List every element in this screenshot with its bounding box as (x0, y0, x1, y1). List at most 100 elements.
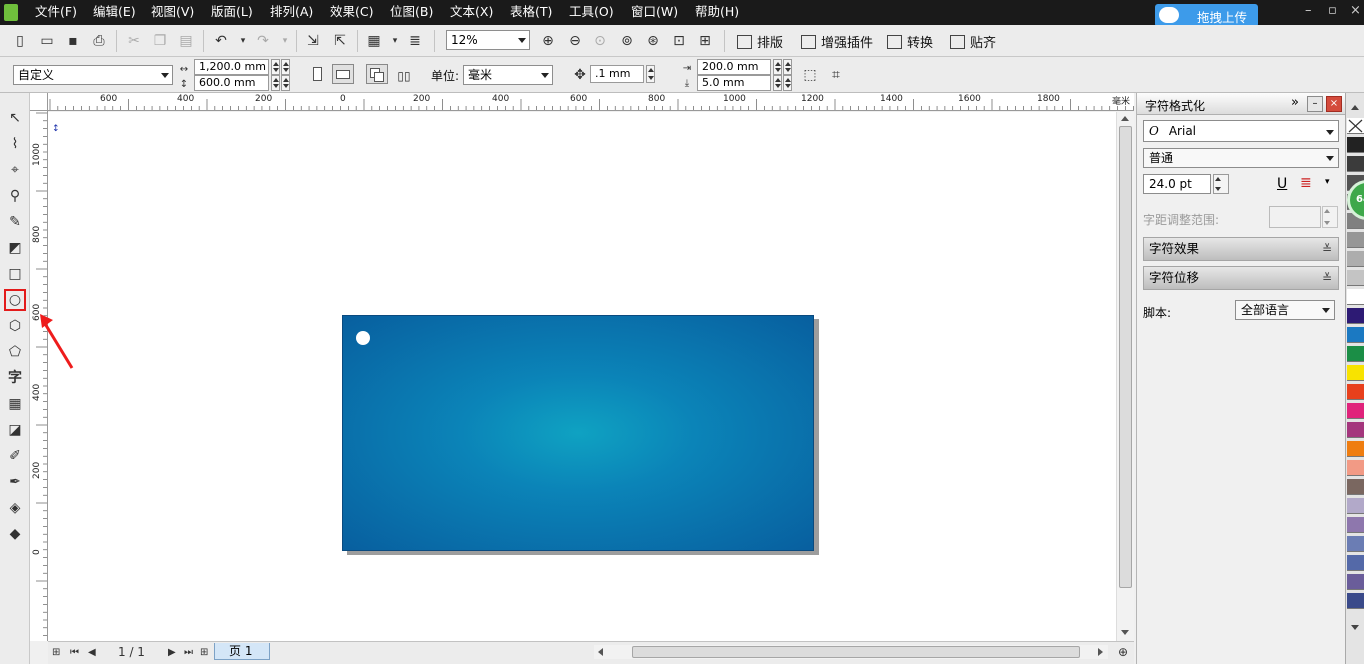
next-page-icon[interactable]: ▶ (168, 647, 176, 658)
script-select[interactable]: 全部语言 (1235, 300, 1335, 320)
undo-icon[interactable]: ↶ (211, 31, 231, 51)
convert-button[interactable]: 转换 (887, 32, 933, 51)
welcome-screen-icon[interactable]: ≣ (405, 31, 425, 51)
minimize-button[interactable]: – (1305, 3, 1312, 18)
color-swatch[interactable] (1347, 384, 1364, 400)
color-swatch[interactable] (1347, 308, 1364, 324)
color-swatch[interactable] (1347, 403, 1364, 419)
portrait-icon[interactable] (313, 67, 322, 81)
redo-icon[interactable]: ↷ (253, 31, 273, 51)
menu-window[interactable]: 窗口(W) (631, 4, 678, 20)
color-swatch[interactable] (1347, 574, 1364, 590)
horizontal-scroll-thumb[interactable] (632, 646, 1080, 658)
font-size-field[interactable]: 24.0 pt (1143, 174, 1211, 194)
ellipse-tool-icon[interactable]: ○ (4, 289, 26, 311)
export-icon[interactable]: ⇱ (330, 31, 350, 51)
duplicate-y-stepper[interactable] (773, 75, 782, 91)
treat-as-filled-icon[interactable]: ⬚ (800, 65, 820, 85)
palette-scroll-up-icon[interactable] (1351, 105, 1359, 110)
zoom-height-icon[interactable]: ⊞ (695, 31, 715, 51)
undo-dropdown-icon[interactable]: ▾ (233, 31, 253, 51)
basic-shapes-tool-icon[interactable]: ⬠ (4, 341, 26, 363)
font-name-select[interactable]: O Arial (1143, 120, 1339, 142)
menu-help[interactable]: 帮助(H) (695, 4, 739, 20)
text-tool-icon[interactable]: 字 (4, 366, 26, 388)
fill-tool-icon[interactable]: ◈ (4, 497, 26, 519)
gradient-rectangle[interactable] (342, 315, 814, 551)
interactive-fill-tool-icon[interactable]: ◆ (4, 523, 26, 545)
kerning-range-stepper[interactable] (1322, 206, 1338, 228)
height-stepper[interactable] (271, 75, 280, 91)
menu-text[interactable]: 文本(X) (450, 4, 493, 20)
shape-tool-icon[interactable]: ⌇ (4, 133, 26, 155)
color-swatch[interactable] (1347, 555, 1364, 571)
docker-minimize-button[interactable]: – (1307, 96, 1323, 112)
menu-effects[interactable]: 效果(C) (330, 4, 373, 20)
paste-icon[interactable]: ▤ (176, 31, 196, 51)
navigator-zoom-icon[interactable]: ⊕ (1118, 645, 1128, 659)
current-page-icon[interactable]: ▯▯ (394, 66, 414, 86)
snap-button[interactable]: 贴齐 (950, 32, 996, 51)
page-tab-1[interactable]: 页 1 (214, 643, 270, 660)
zoom-level-select[interactable]: 12% (446, 30, 530, 50)
menu-arrange[interactable]: 排列(A) (270, 4, 313, 20)
scroll-left-icon[interactable] (598, 648, 603, 656)
palette-scroll-down-icon[interactable] (1351, 625, 1359, 630)
character-shift-section[interactable]: 字符位移 ≚ (1143, 266, 1339, 290)
redo-dropdown-icon[interactable]: ▾ (275, 31, 295, 51)
application-launcher-icon[interactable]: ▦ (364, 31, 384, 51)
zoom-in-icon[interactable]: ⊕ (538, 31, 558, 51)
width-lock-stepper[interactable] (281, 59, 290, 75)
color-swatch[interactable] (1347, 479, 1364, 495)
color-swatch[interactable] (1347, 251, 1364, 267)
white-circle[interactable] (356, 331, 370, 345)
color-swatch[interactable] (1347, 346, 1364, 362)
paper-size-select[interactable]: 自定义 (13, 65, 173, 85)
color-swatch[interactable] (1347, 270, 1364, 286)
freehand-tool-icon[interactable]: ✎ (4, 211, 26, 233)
kerning-range-field[interactable] (1269, 206, 1321, 228)
close-app-button[interactable]: × (1350, 3, 1361, 18)
menu-file[interactable]: 文件(F) (35, 4, 77, 20)
drawing-canvas[interactable]: ↕ (48, 112, 1116, 641)
menu-edit[interactable]: 编辑(E) (93, 4, 136, 20)
units-select[interactable]: 毫米 (463, 65, 553, 85)
character-effects-section[interactable]: 字符效果 ≚ (1143, 237, 1339, 261)
strikethrough-icon[interactable]: ≣ (1300, 175, 1312, 191)
duplicate-y-field[interactable]: 5.0 mm (697, 75, 771, 91)
color-swatch[interactable] (1347, 460, 1364, 476)
vertical-ruler[interactable]: 1000 800 600 400 200 0 (30, 111, 48, 641)
horizontal-scrollbar[interactable] (594, 645, 1108, 659)
rectangle-tool-icon[interactable]: □ (4, 263, 26, 285)
save-icon[interactable]: ▪ (63, 31, 83, 51)
color-swatch[interactable] (1347, 593, 1364, 609)
color-swatch[interactable] (1347, 327, 1364, 343)
scroll-right-icon[interactable] (1098, 648, 1103, 656)
nudge-distance-field[interactable]: .1 mm (590, 65, 644, 83)
smart-fill-tool-icon[interactable]: ◩ (4, 237, 26, 259)
layout-button[interactable]: 排版 (737, 32, 783, 51)
page-width-field[interactable]: 1,200.0 mm (194, 59, 269, 75)
duplicate-y-stepper-2[interactable] (783, 75, 792, 91)
format-dropdown-icon[interactable]: ▾ (1325, 177, 1330, 187)
crop-tool-icon[interactable]: ⌖ (4, 159, 26, 181)
new-document-icon[interactable]: ▯ (10, 31, 30, 51)
underline-icon[interactable]: U (1277, 176, 1287, 192)
menu-view[interactable]: 视图(V) (151, 4, 194, 20)
zoom-selected-icon[interactable]: ⊙ (590, 31, 610, 51)
vertical-scrollbar[interactable] (1116, 112, 1134, 641)
color-swatch[interactable] (1347, 232, 1364, 248)
first-page-icon[interactable]: ⏮ (70, 647, 79, 658)
open-folder-icon[interactable]: ▭ (37, 31, 57, 51)
font-style-select[interactable]: 普通 (1143, 148, 1339, 168)
color-swatch[interactable] (1347, 289, 1364, 305)
menu-tools[interactable]: 工具(O) (569, 4, 614, 20)
color-swatch[interactable] (1347, 498, 1364, 514)
ruler-origin[interactable] (30, 93, 48, 111)
upload-button[interactable]: 拖拽上传 (1155, 4, 1258, 27)
zoom-all-icon[interactable]: ⊚ (617, 31, 637, 51)
menu-layout[interactable]: 版面(L) (211, 4, 253, 20)
vertical-scroll-thumb[interactable] (1119, 126, 1132, 588)
scroll-up-icon[interactable] (1121, 116, 1129, 121)
nudge-stepper[interactable] (646, 65, 655, 83)
